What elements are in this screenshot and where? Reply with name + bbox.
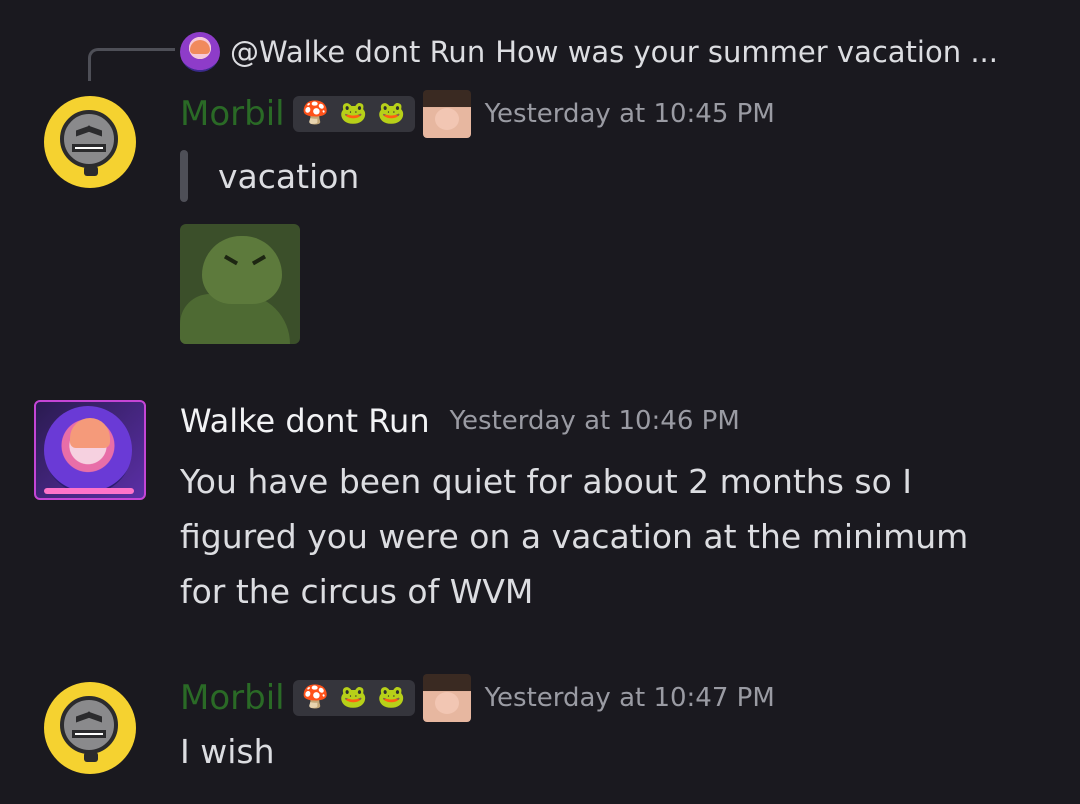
user-badges[interactable]: 🍄 🐸 🐸 [292,680,415,716]
avatar-walke[interactable] [34,400,146,500]
author-name[interactable]: Morbil [180,678,285,718]
frog-icon: 🐸 [339,685,368,710]
message-body: I wish [180,724,275,779]
avatar-face [60,696,118,754]
chat-view: @Walke dont Run How was your summer vaca… [0,0,1080,804]
avatar-morbil[interactable] [44,96,136,188]
role-icon[interactable] [422,90,471,138]
timestamp[interactable]: Yesterday at 10:45 PM [485,99,775,129]
message-line: figured you were on a vacation at the mi… [180,517,969,556]
quote-bar [180,150,188,202]
timestamp[interactable]: Yesterday at 10:47 PM [485,683,775,713]
timestamp[interactable]: Yesterday at 10:46 PM [450,406,740,436]
frog-icon: 🐸 [339,101,368,126]
frog-icon: 🐸 [377,101,406,126]
frog-sticker[interactable] [180,224,300,344]
reply-reference[interactable]: @Walke dont Run How was your summer vaca… [180,31,998,73]
reply-avatar[interactable] [180,32,220,72]
mushroom-icon: 🍄 [301,101,330,126]
avatar-face [60,110,118,168]
reply-text[interactable]: How was your summer vacation ... [495,35,998,69]
message-header: Morbil 🍄 🐸 🐸 Yesterday at 10:45 PM [180,90,775,138]
mushroom-icon: 🍄 [301,685,330,710]
message-line: for the circus of WVM [180,572,534,611]
message-header: Walke dont Run Yesterday at 10:46 PM [180,402,740,440]
quote-text: vacation [218,156,360,196]
message-header: Morbil 🍄 🐸 🐸 Yesterday at 10:47 PM [180,674,775,722]
reply-connector-line [88,48,175,81]
frog-icon: 🐸 [377,685,406,710]
role-icon[interactable] [422,674,471,722]
author-name[interactable]: Morbil [180,94,285,134]
reply-author[interactable]: @Walke dont Run [230,35,485,69]
author-name[interactable]: Walke dont Run [180,402,430,440]
message-line: You have been quiet for about 2 months s… [180,462,912,501]
avatar-morbil[interactable] [44,682,136,774]
message-body: You have been quiet for about 2 months s… [180,454,968,619]
message-line: I wish [180,732,275,771]
quote-block: vacation [180,150,359,202]
user-badges[interactable]: 🍄 🐸 🐸 [292,96,415,132]
